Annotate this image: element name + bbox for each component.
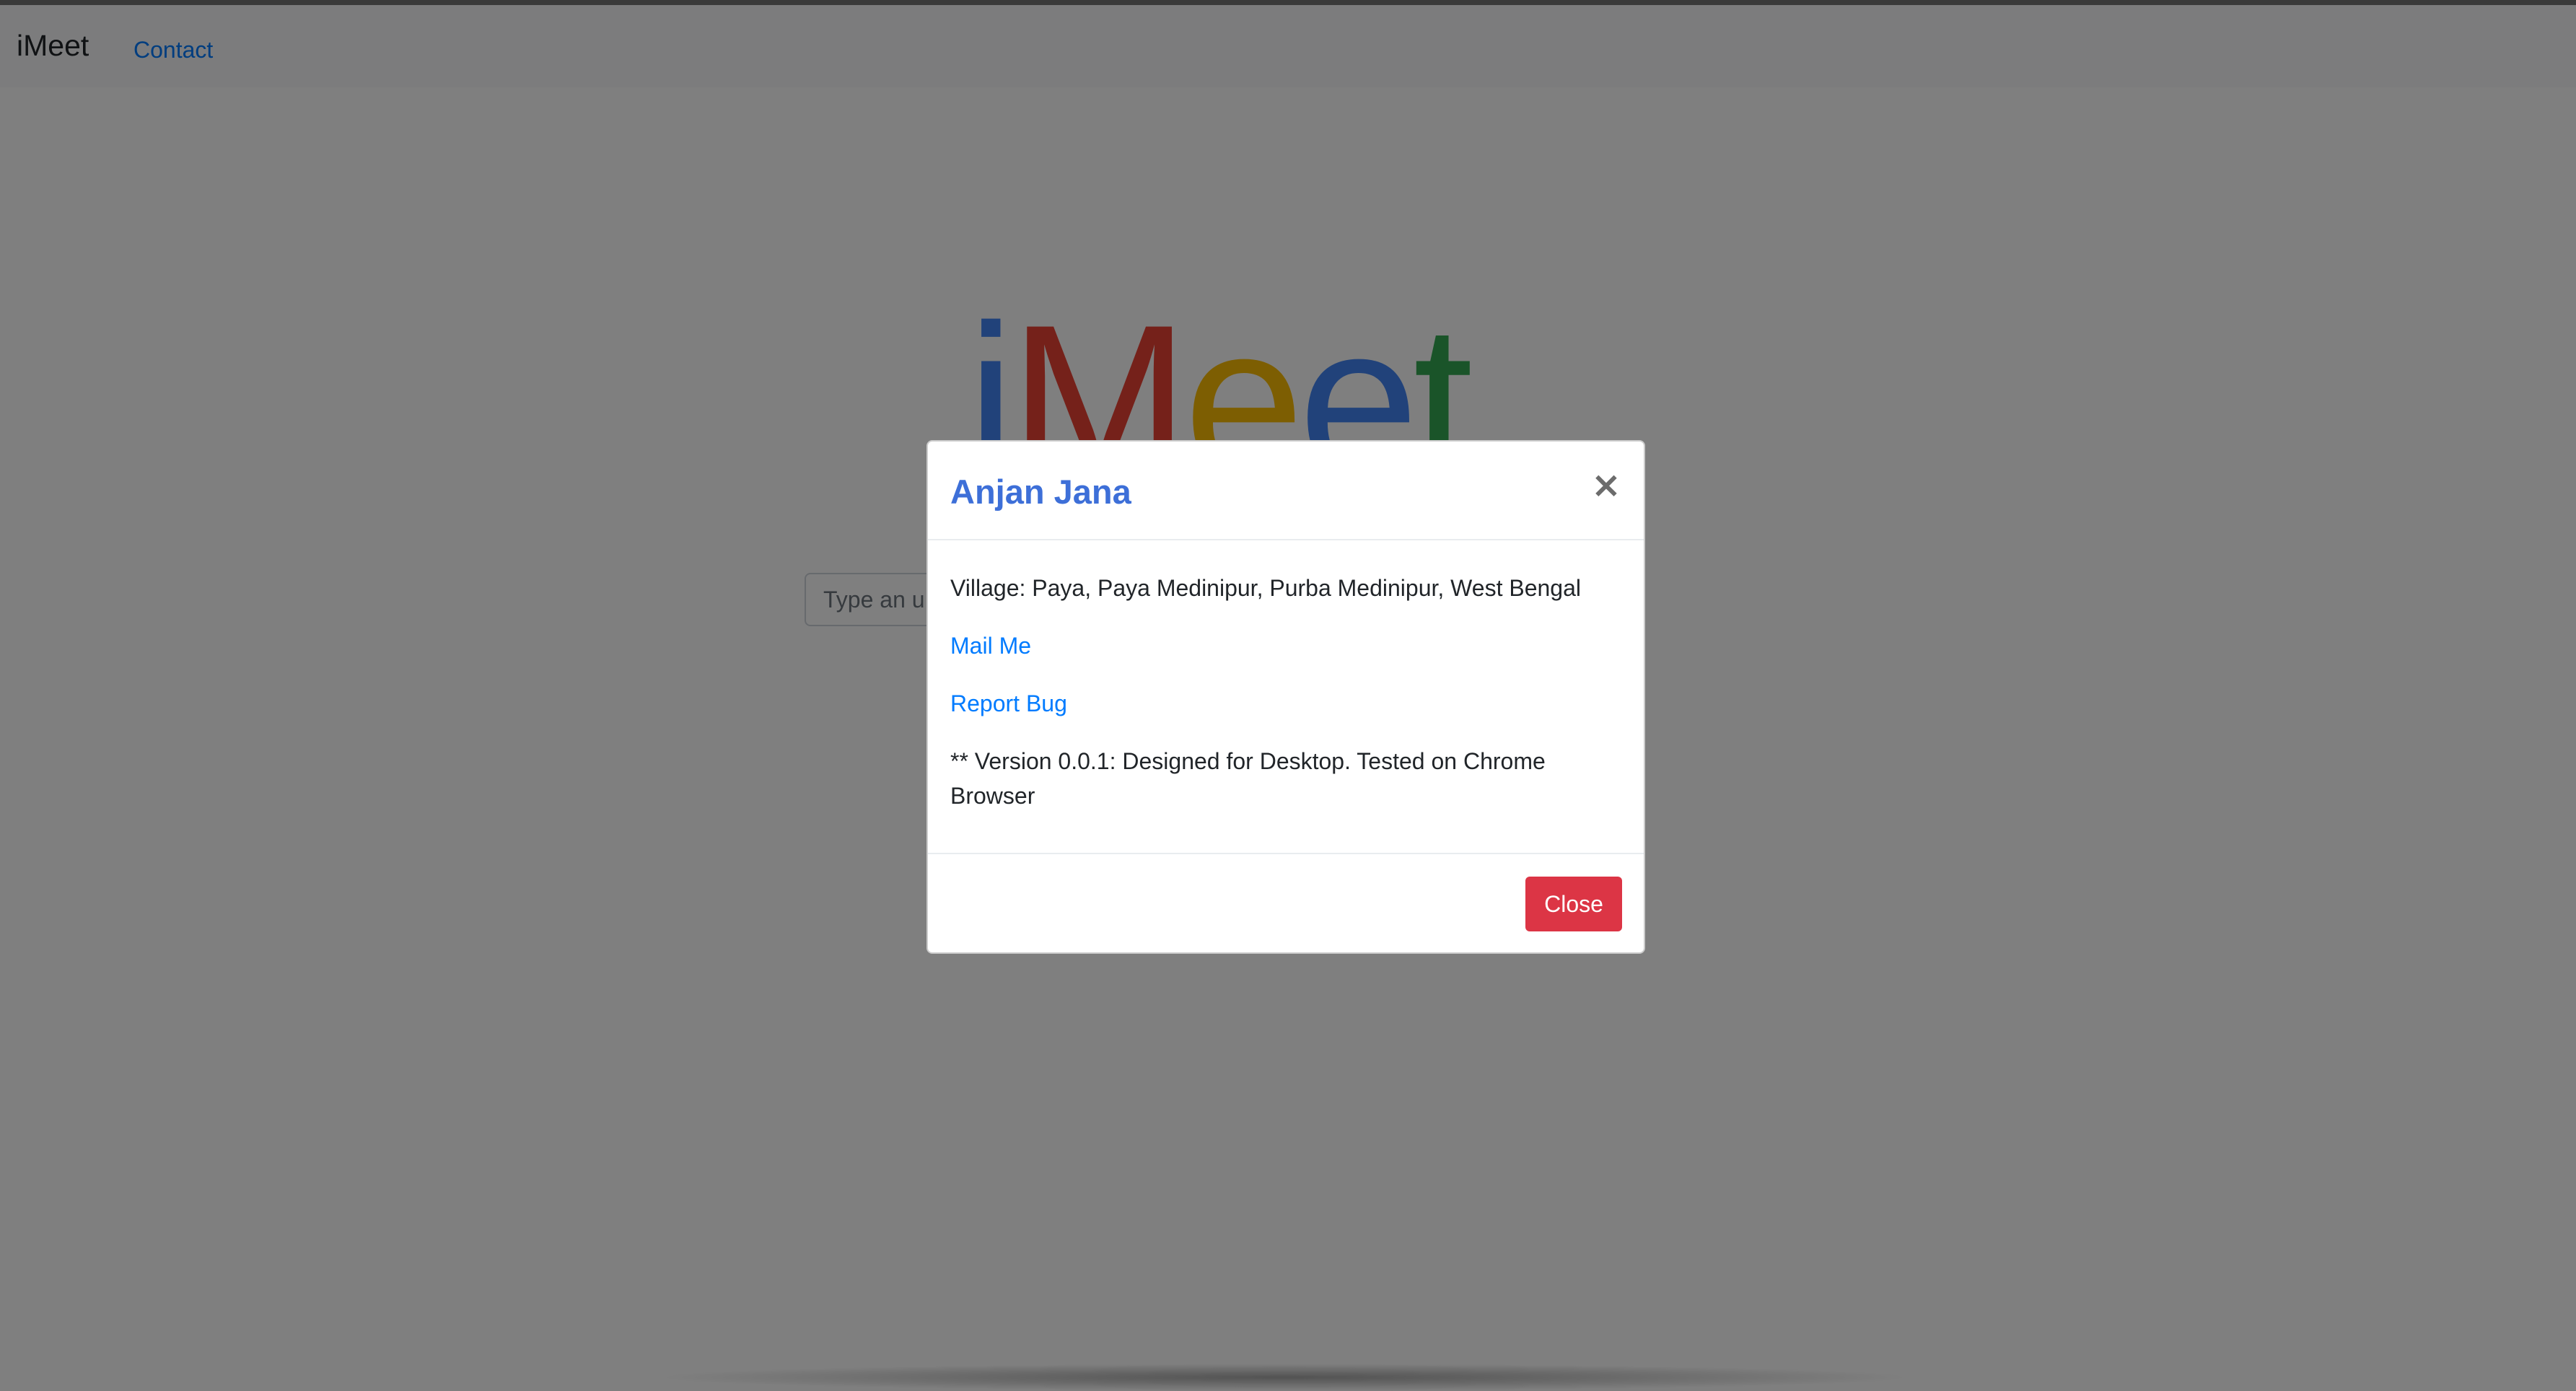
window-top-border	[0, 0, 2576, 5]
version-text: ** Version 0.0.1: Designed for Desktop. …	[950, 748, 1546, 809]
close-button[interactable]: Close	[1525, 877, 1622, 931]
mail-row: Mail Me	[950, 628, 1031, 663]
modal-header: Anjan Jana ×	[928, 442, 1644, 540]
report-bug-link[interactable]: Report Bug	[950, 690, 1067, 716]
contact-modal: Anjan Jana × Village: Paya, Paya Medinip…	[926, 440, 1645, 954]
modal-footer: Close	[928, 853, 1644, 954]
close-icon[interactable]: ×	[1590, 467, 1622, 503]
mail-me-link[interactable]: Mail Me	[950, 633, 1031, 659]
modal-title: Anjan Jana	[950, 473, 1131, 511]
address-text: Village: Paya, Paya Medinipur, Purba Med…	[950, 575, 1581, 601]
report-row: Report Bug	[950, 686, 1067, 721]
